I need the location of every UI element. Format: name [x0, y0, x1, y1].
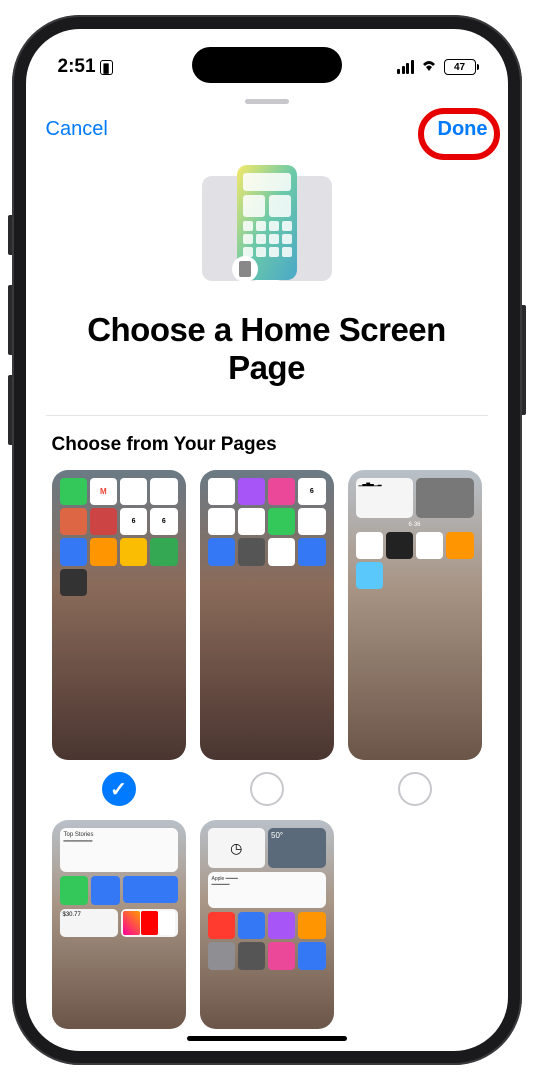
page-option-5[interactable]: ◷ 50° Apple ━━━━━━━━━━ — [200, 820, 334, 1028]
hw-volume-up — [8, 285, 12, 355]
page-thumbnail: ▁▃▅▃▁▂ 6·36 — [348, 470, 482, 760]
widget-battery — [416, 478, 474, 518]
divider — [46, 415, 488, 416]
pages-grid: M 66 ✓ 6 — [26, 470, 508, 1029]
page-thumbnail: M 66 — [52, 470, 186, 760]
screen: 2:51 ▮ 47 Cancel Done — [26, 29, 508, 1051]
sheet-grabber[interactable] — [245, 99, 289, 104]
dynamic-island — [192, 47, 342, 83]
hw-silence-switch — [8, 215, 12, 255]
page-selector-checked[interactable]: ✓ — [102, 772, 136, 806]
nav-bar: Cancel Done — [26, 110, 508, 153]
hw-power-button — [522, 305, 526, 415]
page-option-1[interactable]: M 66 ✓ — [52, 470, 186, 806]
page-option-3[interactable]: ▁▃▅▃▁▂ 6·36 — [348, 470, 482, 806]
page-thumbnail: ◷ 50° Apple ━━━━━━━━━━ — [200, 820, 334, 1028]
cellular-signal-icon — [397, 60, 414, 74]
wifi-icon — [420, 56, 438, 78]
page-option-4[interactable]: Top Stories━━━━━━━━ $30.77 — [52, 820, 186, 1028]
phone-frame: 2:51 ▮ 47 Cancel Done — [12, 15, 522, 1065]
widget-sleep: ▁▃▅▃▁▂ — [356, 478, 414, 518]
cancel-button[interactable]: Cancel — [46, 118, 108, 141]
page-selector[interactable] — [250, 772, 284, 806]
page-thumbnail: 6 — [200, 470, 334, 760]
status-time: 2:51 — [58, 56, 96, 78]
page-option-2[interactable]: 6 — [200, 470, 334, 806]
widget-news: Apple ━━━━━━━━━━ — [208, 872, 326, 908]
checkmark-icon: ✓ — [110, 777, 127, 802]
home-indicator[interactable] — [187, 1036, 347, 1041]
page-selector[interactable] — [398, 772, 432, 806]
page-title: Choose a Home Screen Page — [26, 311, 508, 387]
widget-news: Top Stories━━━━━━━━ — [60, 828, 178, 872]
page-thumbnail: Top Stories━━━━━━━━ $30.77 — [52, 820, 186, 1028]
section-label: Choose from Your Pages — [26, 434, 508, 456]
focus-indicator-icon: ▮ — [100, 60, 113, 75]
hw-volume-down — [8, 375, 12, 445]
done-button[interactable]: Done — [438, 118, 488, 141]
battery-percent: 47 — [454, 62, 465, 73]
battery-icon: 47 — [444, 59, 476, 75]
hero-icon — [26, 161, 508, 291]
